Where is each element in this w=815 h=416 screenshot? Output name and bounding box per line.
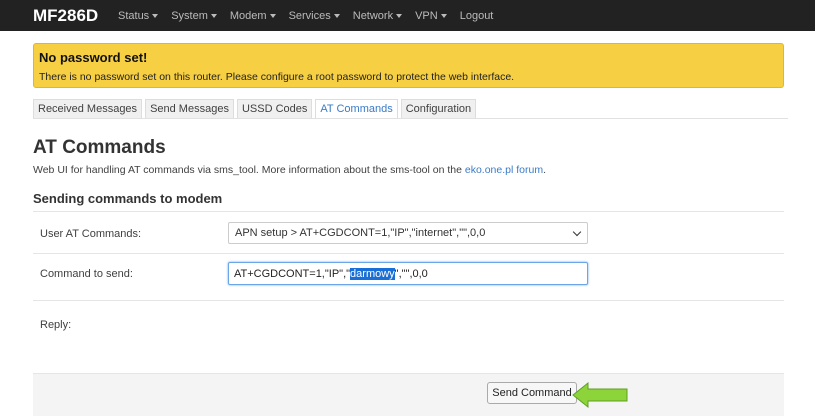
row-divider [33, 300, 784, 301]
selected-text: darmowy [350, 268, 395, 280]
description-text: Web UI for handling AT commands via sms_… [33, 164, 465, 176]
chevron-down-icon [210, 14, 217, 19]
top-navbar: MF286D Status System Modem Services Netw… [0, 0, 815, 31]
menu-modem-label: Modem [229, 10, 267, 22]
tab-ussd-codes[interactable]: USSD Codes [236, 99, 313, 119]
chevron-down-icon [152, 14, 159, 19]
tab-send-messages[interactable]: Send Messages [145, 99, 234, 119]
command-to-send-label: Command to send: [40, 268, 133, 280]
user-at-commands-select[interactable]: APN setup > AT+CGDCONT=1,"IP","internet"… [228, 222, 588, 244]
page-title: AT Commands [33, 137, 166, 158]
user-at-commands-label: User AT Commands: [40, 228, 142, 240]
alert-title: No password set! [39, 50, 148, 65]
menu-logout-label: Logout [459, 10, 494, 22]
command-input-value: AT+CGDCONT=1,"IP","darmowy","",0,0 [234, 268, 428, 280]
tab-configuration[interactable]: Configuration [400, 99, 477, 119]
menu-services-label: Services [288, 10, 331, 22]
menu-logout[interactable]: Logout [460, 10, 494, 22]
section-title: Sending commands to modem [33, 191, 223, 206]
command-text-after: ","",0,0 [394, 268, 428, 280]
select-value: APN setup > AT+CGDCONT=1,"IP","internet"… [235, 227, 486, 239]
page-description: Web UI for handling AT commands via sms_… [33, 164, 546, 176]
section-divider [33, 211, 784, 212]
description-suffix: . [543, 164, 547, 176]
menu-network[interactable]: Network [352, 10, 403, 22]
form-footer [33, 373, 784, 416]
menu-status-label: Status [118, 10, 150, 22]
chevron-down-icon [269, 14, 276, 19]
main-menu: Status System Modem Services Network VPN… [118, 10, 506, 22]
chevron-down-icon [440, 14, 447, 19]
send-command-button[interactable]: Send Command [487, 382, 577, 404]
menu-system[interactable]: System [171, 10, 217, 22]
brand-logo[interactable]: MF286D [33, 6, 98, 26]
command-input[interactable]: AT+CGDCONT=1,"IP","darmowy","",0,0 [228, 262, 588, 285]
menu-status[interactable]: Status [118, 10, 159, 22]
menu-vpn-label: VPN [415, 10, 438, 22]
menu-vpn[interactable]: VPN [415, 10, 447, 22]
menu-services[interactable]: Services [289, 10, 340, 22]
forum-link[interactable]: eko.one.pl forum [465, 164, 543, 176]
command-text-before: AT+CGDCONT=1,"IP"," [234, 268, 351, 280]
tab-received-messages[interactable]: Received Messages [33, 99, 143, 119]
chevron-down-icon [333, 14, 340, 19]
menu-network-label: Network [352, 10, 394, 22]
tab-divider [33, 118, 788, 119]
chevron-down-icon [396, 14, 403, 19]
alert-text: There is no password set on this router.… [39, 71, 515, 83]
tab-at-commands[interactable]: AT Commands [315, 99, 398, 119]
menu-system-label: System [171, 10, 208, 22]
menu-modem[interactable]: Modem [230, 10, 276, 22]
pointer-arrow-icon [572, 381, 628, 409]
no-password-alert: No password set! There is no password se… [33, 43, 784, 88]
row-divider [33, 253, 784, 254]
tab-bar: Received Messages Send Messages USSD Cod… [33, 99, 479, 119]
reply-label: Reply: [40, 319, 72, 331]
chevron-down-icon [572, 227, 582, 237]
